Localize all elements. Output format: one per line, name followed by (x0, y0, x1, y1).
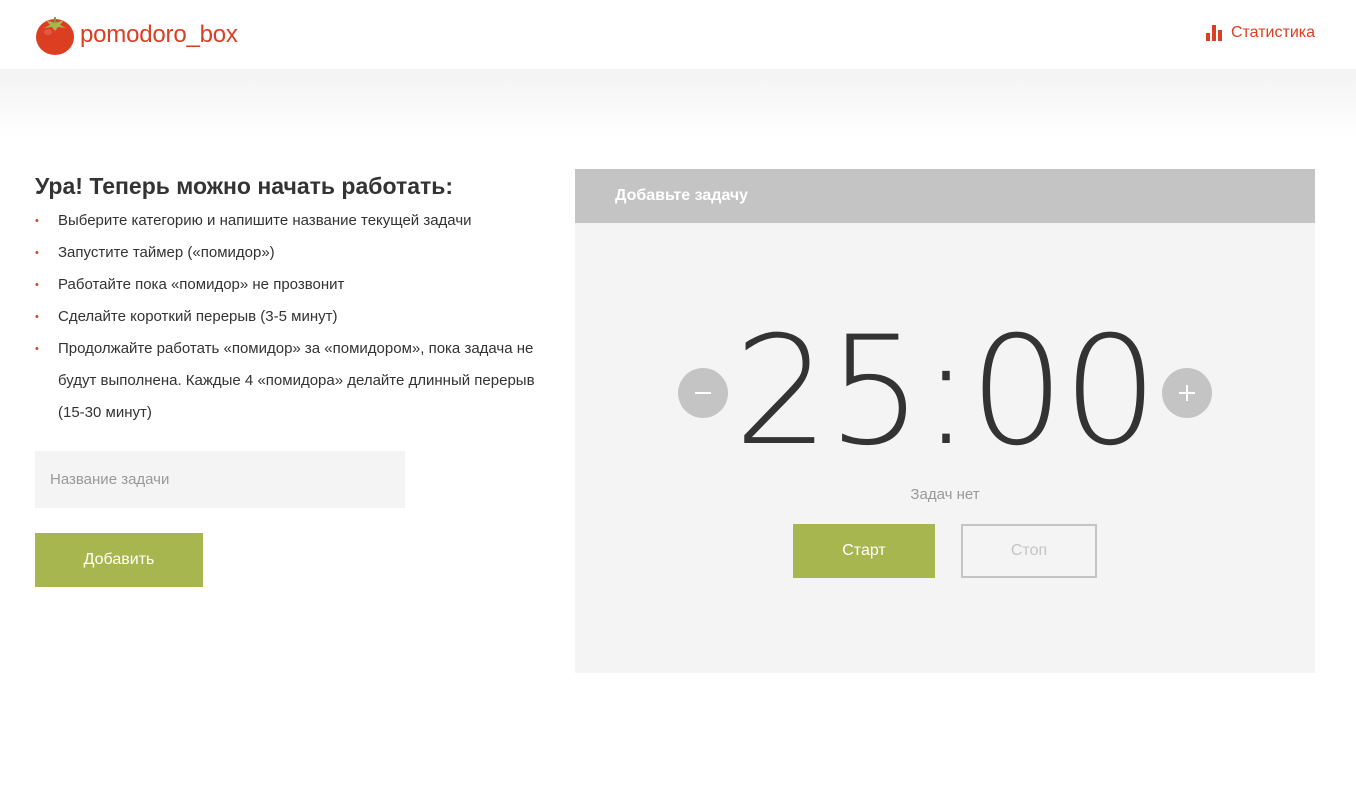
statistics-link[interactable]: Статистика (1205, 24, 1315, 42)
statistics-label: Статистика (1230, 24, 1315, 41)
timer-header: Добавьте задачу (575, 169, 1315, 223)
current-task-title: Добавьте задачу (615, 187, 749, 204)
increase-time-button[interactable] (1162, 368, 1212, 418)
decrease-time-button[interactable] (678, 368, 728, 418)
timer-display: 25:00 (733, 305, 1158, 479)
instructions-list: Выберите категорию и напишите название т… (35, 205, 545, 429)
tomato-icon (36, 16, 74, 55)
task-status: Задач нет (910, 486, 980, 503)
instructions: Ура! Теперь можно начать работать: Выбер… (35, 172, 545, 429)
instructions-title: Ура! Теперь можно начать работать: (35, 173, 454, 199)
timer-panel: Добавьте задачу 25:00 Задач нет Старт Ст… (575, 169, 1315, 673)
bar-chart-icon (1205, 25, 1222, 41)
minus-icon (695, 392, 711, 394)
instruction-step: Запустите таймер («помидор») (35, 237, 545, 269)
instruction-step: Сделайте короткий перерыв (3-5 минут) (35, 301, 545, 333)
add-task-button[interactable]: Добавить (35, 533, 203, 587)
top-bar: pomodoro_box Статистика (0, 0, 1356, 69)
header-shadow (0, 69, 1356, 139)
instruction-step: Выберите категорию и напишите название т… (35, 205, 545, 237)
start-button[interactable]: Старт (793, 524, 935, 578)
logo[interactable]: pomodoro_box (35, 14, 238, 56)
task-name-input[interactable] (35, 451, 405, 508)
stop-button[interactable]: Стоп (961, 524, 1097, 578)
plus-icon (1179, 385, 1195, 401)
instruction-step: Работайте пока «помидор» не прозвонит (35, 269, 545, 301)
logo-text: pomodoro_box (80, 21, 238, 48)
instruction-step: Продолжайте работать «помидор» за «помид… (35, 333, 545, 429)
